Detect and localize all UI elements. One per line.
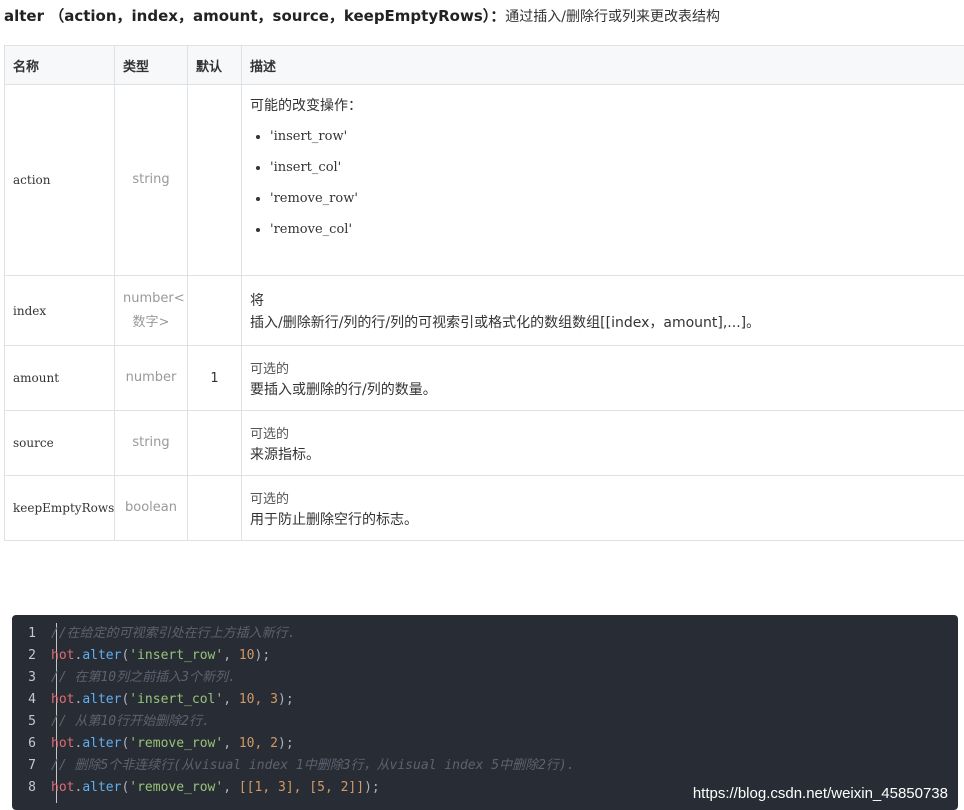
desc-line: 将: [250, 292, 264, 309]
code-comment: // 在第10列之前插入3个新列.: [51, 670, 236, 685]
code-number: [[1, 3], [5, 2]]: [238, 780, 365, 795]
param-default: [187, 410, 242, 476]
param-name: source: [4, 410, 115, 476]
table-row: keepEmptyRows boolean 可选的 用于防止删除空行的标志。: [4, 475, 964, 541]
param-default: [187, 475, 242, 541]
code-function: alter: [82, 736, 122, 751]
param-type: number: [114, 345, 188, 411]
desc-text: 来源指标。: [250, 446, 320, 463]
optional-label: 可选的: [250, 361, 290, 377]
code-object: hot: [51, 692, 75, 707]
code-string: 'insert_col': [129, 692, 224, 707]
list-item: 'remove_col': [270, 214, 957, 245]
code-number: 10, 2: [238, 736, 278, 751]
code-string: 'insert_row': [129, 648, 224, 663]
params-table: 名称 类型 默认 描述 action string 可能的改变操作： 'inse…: [4, 45, 964, 541]
method-heading: alter （action，index，amount，source，keepEm…: [4, 5, 720, 27]
code-line: 3 // 在第10列之前插入3个新列.: [12, 667, 236, 689]
param-default: [187, 84, 242, 276]
param-default: 1: [187, 345, 242, 411]
param-type: string: [114, 410, 188, 476]
optional-label: 可选的: [250, 491, 290, 507]
param-description: 将 插入/删除新行/列的行/列的可视索引或格式化的数组数组[[index，amo…: [241, 275, 964, 346]
code-function: alter: [82, 780, 122, 795]
line-number: 5: [28, 714, 36, 729]
code-string: 'remove_row': [129, 780, 224, 795]
desc-text: 要插入或删除的行/列的数量。: [250, 381, 437, 398]
list-item: 'remove_row': [270, 183, 957, 214]
header-default: 默认: [187, 45, 242, 85]
param-type: boolean: [114, 475, 188, 541]
code-string: 'remove_row': [129, 736, 224, 751]
param-description: 可选的 来源指标。: [241, 410, 964, 476]
options-list: 'insert_row' 'insert_col' 'remove_row' '…: [250, 121, 957, 245]
line-number: 7: [28, 758, 36, 773]
param-name: amount: [4, 345, 115, 411]
table-row: amount number 1 可选的 要插入或删除的行/列的数量。: [4, 345, 964, 411]
code-line: 5 // 从第10行开始删除2行.: [12, 711, 210, 733]
optional-label: 可选的: [250, 426, 290, 442]
code-comment: //在给定的可视索引处在行上方插入新行.: [51, 626, 296, 641]
code-line: 6 hot.alter('remove_row', 10, 2);: [12, 733, 293, 755]
code-comment: // 删除5个非连续行(从visual index 1中删除3行，从visual…: [51, 758, 575, 773]
param-description: 可选的 用于防止删除空行的标志。: [241, 475, 964, 541]
table-row: source string 可选的 来源指标。: [4, 410, 964, 476]
code-line: 4 hot.alter('insert_col', 10, 3);: [12, 689, 293, 711]
header-type: 类型: [114, 45, 188, 85]
watermark-url: https://blog.csdn.net/weixin_45850738: [692, 785, 948, 802]
list-item: 'insert_row': [270, 121, 957, 152]
code-object: hot: [51, 648, 75, 663]
table-row: index number<数字> 将 插入/删除新行/列的行/列的可视索引或格式…: [4, 275, 964, 346]
line-number: 3: [28, 670, 36, 685]
code-object: hot: [51, 736, 75, 751]
param-description: 可选的 要插入或删除的行/列的数量。: [241, 345, 964, 411]
code-block: 1//在给定的可视索引处在行上方插入新行. 2 hot.alter('insert…: [12, 615, 958, 810]
code-number: 10, 3: [238, 692, 278, 707]
line-number: 6: [28, 736, 36, 751]
table-header-row: 名称 类型 默认 描述: [4, 45, 964, 85]
code-line: 2 hot.alter('insert_row', 10);: [12, 645, 270, 667]
desc-lead: 可能的改变操作：: [250, 98, 362, 114]
header-description: 描述: [241, 45, 964, 85]
list-item: 'insert_col': [270, 152, 957, 183]
code-line: 1 //在给定的可视索引处在行上方插入新行.: [12, 623, 295, 645]
line-number: 2: [28, 648, 36, 663]
code-object: hot: [51, 780, 75, 795]
method-signature: alter （action，index，amount，source，keepEm…: [4, 7, 506, 25]
param-name: action: [4, 84, 115, 276]
code-comment: // 从第10行开始删除2行.: [51, 714, 210, 729]
line-number: 8: [28, 780, 36, 795]
method-description: 通过插入/删除行或列来更改表结构: [505, 9, 720, 25]
param-name: keepEmptyRows: [4, 475, 115, 541]
line-number: 1: [28, 626, 36, 641]
code-number: 10: [238, 648, 255, 663]
header-name: 名称: [4, 45, 115, 85]
code-line: 7 // 删除5个非连续行(从visual index 1中删除3行，从visua…: [12, 755, 575, 777]
param-description: 可能的改变操作： 'insert_row' 'insert_col' 'remo…: [241, 84, 964, 276]
table-row: action string 可能的改变操作： 'insert_row' 'ins…: [4, 84, 964, 276]
desc-text: 用于防止删除空行的标志。: [250, 511, 418, 528]
code-function: alter: [82, 648, 122, 663]
code-function: alter: [82, 692, 122, 707]
param-name: index: [4, 275, 115, 346]
code-line: 8 hot.alter('remove_row', [[1, 3], [5, 2]…: [12, 777, 380, 799]
line-number: 4: [28, 692, 36, 707]
desc-line: 插入/删除新行/列的行/列的可视索引或格式化的数组数组[[index，amoun…: [250, 314, 761, 331]
param-default: [187, 275, 242, 346]
param-type: string: [114, 84, 188, 276]
param-type: number<数字>: [114, 275, 188, 346]
